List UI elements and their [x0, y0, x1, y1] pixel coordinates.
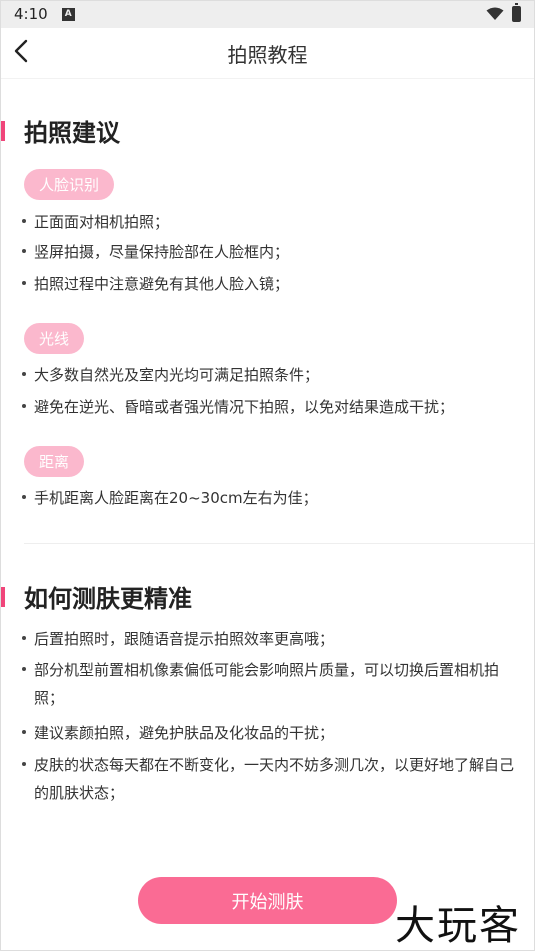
notification-a-icon: A: [61, 7, 75, 21]
tag-face-recognition: 人脸识别: [24, 169, 115, 200]
list-item: 避免在逆光、昏暗或者强光情况下拍照，以免对结果造成干扰；: [22, 393, 522, 421]
section-divider: [24, 543, 535, 544]
list-item: 大多数自然光及室内光均可满足拍照条件；: [22, 361, 522, 389]
section-title-text: 如何测肤更精准: [24, 585, 192, 613]
list-item: 手机距离人脸距离在20~30cm左右为佳；: [22, 484, 522, 512]
section-accent-bar: [0, 586, 5, 607]
list-item: 竖屏拍摄，尽量保持脸部在人脸框内；: [22, 238, 522, 266]
list-item: 皮肤的状态每天都在不断变化，一天内不妨多测几次，以更好地了解自己的肌肤状态；: [22, 751, 522, 807]
list-item: 部分机型前置相机像素偏低可能会影响照片质量，可以切换后置相机拍照；: [22, 656, 522, 712]
section-title-accuracy: 如何测肤更精准: [0, 579, 192, 614]
section-title-photo-tips: 拍照建议: [0, 113, 120, 148]
tag-distance: 距离: [24, 446, 85, 477]
wifi-icon: [486, 7, 504, 20]
page-title: 拍照教程: [227, 42, 308, 67]
app-header: 拍照教程: [0, 28, 535, 79]
list-item: 建议素颜拍照，避免护肤品及化妆品的干扰；: [22, 719, 522, 747]
list-item: 拍照过程中注意避免有其他人脸入镜；: [22, 270, 522, 298]
battery-icon: [512, 3, 521, 22]
list-item: 正面面对相机拍照；: [22, 208, 522, 236]
start-skin-test-button[interactable]: 开始测肤: [138, 877, 397, 924]
section-accent-bar: [0, 120, 5, 141]
section-title-text: 拍照建议: [24, 119, 120, 147]
tag-lighting: 光线: [24, 323, 85, 354]
status-time: 4:10: [14, 5, 48, 23]
status-bar: 4:10 A: [0, 0, 535, 28]
back-arrow-icon[interactable]: [12, 36, 44, 68]
watermark-logo: 大玩客: [395, 903, 521, 949]
list-item: 后置拍照时，跟随语音提示拍照效率更高哦；: [22, 625, 522, 653]
